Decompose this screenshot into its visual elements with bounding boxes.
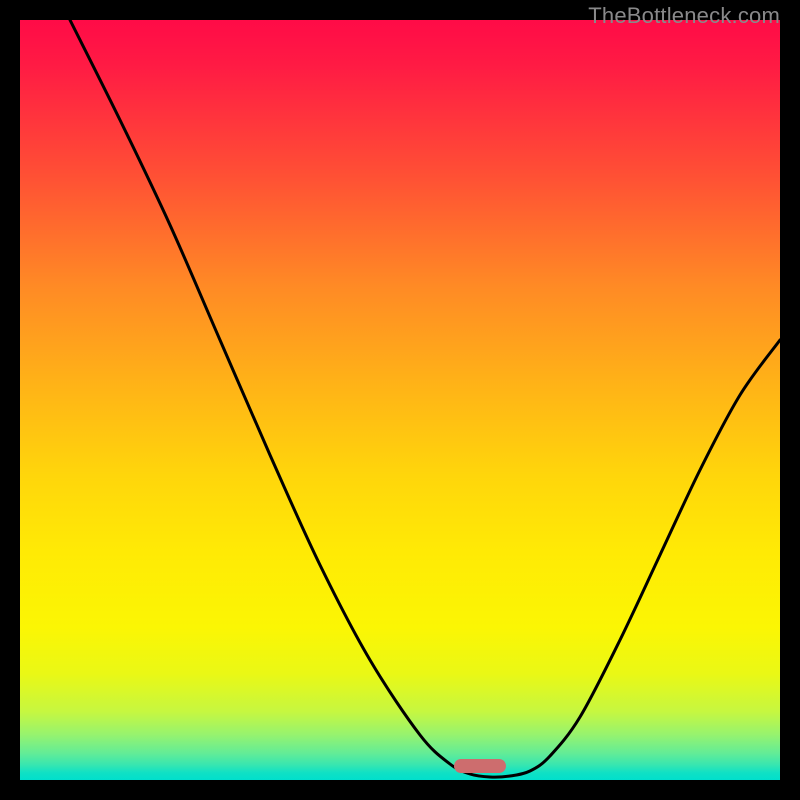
chart-curve-layer (20, 20, 780, 780)
watermark-text: TheBottleneck.com (588, 3, 780, 29)
optimum-marker (454, 759, 506, 773)
chart-frame (20, 20, 780, 780)
bottleneck-curve-path (70, 20, 780, 777)
